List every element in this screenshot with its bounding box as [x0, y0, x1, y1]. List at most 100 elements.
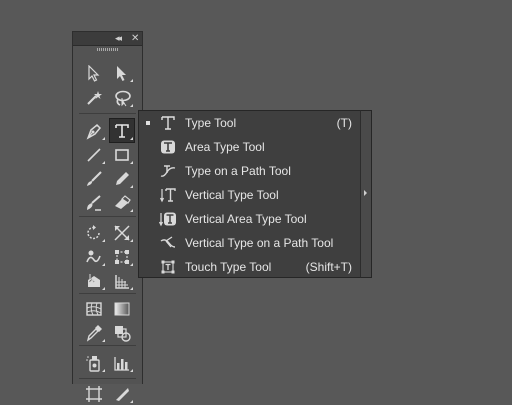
pencil-tool-icon: [116, 172, 129, 185]
free-transform-tool-icon: [115, 250, 129, 264]
flyout-indicator-icon: [130, 185, 133, 188]
flyout-indicator-icon: [102, 287, 105, 290]
pen-tool-icon: [86, 123, 102, 140]
menu-item-area-type-tool[interactable]: Area Type Tool: [139, 135, 360, 159]
menu-item-vertical-type-on-path-tool[interactable]: Vertical Type on a Path Tool: [139, 231, 360, 255]
scale-tool-icon: [114, 225, 130, 241]
menu-item-label: Type Tool: [185, 116, 237, 130]
rotate-tool-button[interactable]: [82, 222, 106, 244]
gradient-tool-button[interactable]: [110, 298, 134, 320]
menu-item-type-tool[interactable]: Type Tool (T): [139, 111, 360, 135]
direct-selection-tool-button[interactable]: [110, 62, 134, 84]
menu-item-label: Vertical Area Type Tool: [185, 212, 307, 226]
shape-builder-tool-icon: [88, 274, 100, 287]
menu-item-label: Area Type Tool: [185, 140, 265, 154]
lasso-tool-button[interactable]: [110, 87, 134, 109]
tearoff-arrow-icon: [364, 190, 367, 196]
flyout-indicator-icon: [102, 339, 105, 342]
selected-bullet-icon: [146, 121, 150, 125]
close-icon[interactable]: ✕: [131, 32, 139, 45]
rectangle-tool-icon: [115, 149, 129, 161]
menu-item-vertical-type-tool[interactable]: Vertical Type Tool: [139, 183, 360, 207]
warp-tool-button[interactable]: [82, 246, 106, 268]
area-type-tool-icon: [161, 140, 175, 154]
pen-tool-button[interactable]: [82, 120, 106, 142]
separator: [79, 113, 136, 114]
flyout-indicator-icon: [130, 287, 133, 290]
vertical-type-on-path-tool-icon: [160, 236, 176, 248]
menu-item-touch-type-tool[interactable]: Touch Type Tool (Shift+T): [139, 255, 360, 279]
menu-item-shortcut: (T): [336, 116, 352, 130]
slice-tool-icon: [116, 388, 129, 401]
perspective-grid-tool-icon: [115, 275, 129, 289]
slice-tool-button[interactable]: [110, 383, 134, 405]
blob-brush-tool-button[interactable]: [82, 192, 106, 214]
menu-item-vertical-area-type-tool[interactable]: Vertical Area Type Tool: [139, 207, 360, 231]
paintbrush-tool-icon: [87, 171, 102, 186]
gradient-tool-icon: [114, 302, 130, 316]
tools-panel-titlebar[interactable]: ◂◂ ✕: [73, 32, 142, 46]
rectangle-tool-button[interactable]: [110, 144, 134, 166]
flyout-indicator-icon: [102, 263, 105, 266]
flyout-indicator-icon: [102, 239, 105, 242]
vertical-type-tool-icon: [159, 188, 176, 203]
line-segment-tool-button[interactable]: [82, 144, 106, 166]
artboard-tool-button[interactable]: [82, 383, 106, 405]
flyout-indicator-icon: [130, 209, 133, 212]
flyout-indicator-icon: [130, 79, 133, 82]
menu-item-label: Vertical Type Tool: [185, 188, 279, 202]
magic-wand-tool-button[interactable]: [82, 87, 106, 109]
flyout-indicator-icon: [130, 369, 133, 372]
column-graph-tool-button[interactable]: [110, 352, 134, 374]
menu-item-shortcut: (Shift+T): [305, 260, 352, 274]
type-on-path-tool-icon: [160, 165, 176, 177]
flyout-indicator-icon: [102, 161, 105, 164]
separator: [79, 216, 136, 217]
eraser-tool-button[interactable]: [110, 192, 134, 214]
rotate-tool-icon: [87, 225, 100, 240]
shape-builder-tool-button[interactable]: [82, 270, 106, 292]
menu-item-label: Type on a Path Tool: [185, 164, 291, 178]
free-transform-tool-button[interactable]: [110, 246, 134, 268]
flyout-indicator-icon: [102, 137, 105, 140]
type-tool-icon: [161, 116, 175, 130]
column-graph-tool-icon: [114, 357, 129, 371]
mesh-tool-button[interactable]: [82, 298, 106, 320]
tools-panel: ◂◂ ✕: [72, 31, 143, 403]
pencil-tool-button[interactable]: [110, 168, 134, 190]
perspective-grid-tool-button[interactable]: [110, 270, 134, 292]
lasso-tool-icon: [115, 90, 131, 107]
flyout-indicator-icon: [130, 400, 133, 403]
separator: [79, 293, 136, 294]
warp-tool-icon: [86, 250, 101, 263]
flyout-indicator-icon: [130, 161, 133, 164]
menu-item-type-on-path-tool[interactable]: Type on a Path Tool: [139, 159, 360, 183]
tearoff-tab[interactable]: [360, 110, 372, 278]
eyedropper-tool-button[interactable]: [82, 322, 106, 344]
menu-item-label: Vertical Type on a Path Tool: [185, 236, 334, 250]
flyout-indicator-icon: [130, 239, 133, 242]
flyout-indicator-icon: [130, 263, 133, 266]
type-tool-button[interactable]: [109, 118, 135, 143]
touch-type-tool-icon: [161, 260, 175, 274]
flyout-indicator-icon: [130, 104, 133, 107]
menu-item-label: Touch Type Tool: [185, 260, 272, 274]
paintbrush-tool-button[interactable]: [82, 168, 106, 190]
selection-tool-icon: [88, 64, 100, 82]
panel-grip-handle[interactable]: [97, 48, 118, 51]
selection-tool-button[interactable]: [82, 62, 106, 84]
separator: [79, 345, 136, 346]
eyedropper-tool-icon: [86, 325, 102, 342]
line-segment-tool-icon: [87, 148, 101, 162]
type-tool-icon: [115, 123, 129, 138]
symbol-sprayer-tool-icon: [86, 356, 100, 372]
scale-tool-button[interactable]: [110, 222, 134, 244]
eraser-tool-icon: [115, 195, 131, 209]
collapse-panel-icon[interactable]: ◂◂: [115, 32, 122, 45]
vertical-area-type-tool-icon: [159, 212, 176, 227]
flyout-indicator-icon: [102, 369, 105, 372]
blend-tool-button[interactable]: [110, 322, 134, 344]
separator: [79, 378, 136, 379]
symbol-sprayer-tool-button[interactable]: [82, 352, 106, 374]
blob-brush-tool-icon: [87, 195, 101, 211]
